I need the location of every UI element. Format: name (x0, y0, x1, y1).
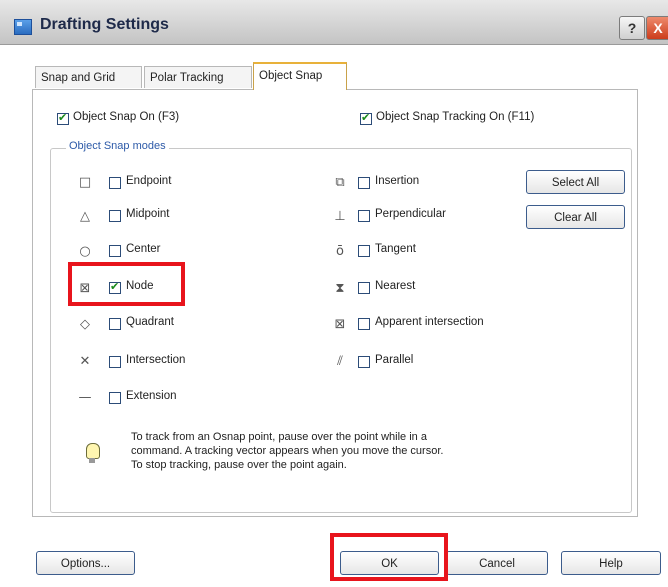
tab-snap-and-grid[interactable]: Snap and Grid (35, 66, 142, 88)
insertion-icon: ⧉ (335, 175, 345, 190)
parallel-checkbox[interactable] (358, 356, 370, 368)
tip-line-3: To stop tracking, pause over the point a… (131, 459, 347, 471)
endpoint-checkbox[interactable] (109, 177, 121, 189)
node-checkbox[interactable] (109, 280, 121, 294)
endpoint-square-icon: □ (78, 175, 92, 190)
parallel-label[interactable]: Parallel (375, 354, 413, 366)
title-bar: Drafting Settings ? X (0, 0, 668, 45)
apparent-intersection-icon: ⊠ (334, 317, 346, 332)
insertion-checkbox[interactable] (358, 177, 370, 189)
object-snap-modes-title: Object Snap modes (66, 140, 169, 152)
tip-line-1: To track from an Osnap point, pause over… (131, 431, 427, 443)
quadrant-checkbox[interactable] (109, 318, 121, 330)
help-button[interactable]: Help (561, 551, 661, 575)
select-all-button[interactable]: Select All (526, 170, 625, 194)
dialog-title: Drafting Settings (40, 16, 169, 33)
extension-label[interactable]: Extension (126, 390, 177, 402)
tangent-checkbox[interactable] (358, 245, 370, 257)
options-button[interactable]: Options... (36, 551, 135, 575)
midpoint-triangle-icon: △ (80, 209, 90, 224)
quadrant-label[interactable]: Quadrant (126, 316, 174, 328)
lightbulb-icon (86, 443, 100, 463)
center-checkbox[interactable] (109, 245, 121, 257)
tracking-tip: To track from an Osnap point, pause over… (131, 430, 581, 472)
tangent-icon: ō (336, 244, 344, 259)
apparent-intersection-checkbox[interactable] (358, 318, 370, 330)
apparent-intersection-label[interactable]: Apparent intersection (375, 316, 484, 328)
perpendicular-icon: ⊥ (334, 209, 346, 224)
extension-dash-icon: — (78, 390, 92, 405)
ok-button[interactable]: OK (340, 551, 439, 575)
parallel-icon: ⫽ (337, 354, 343, 369)
extension-checkbox[interactable] (109, 392, 121, 404)
close-icon[interactable]: X (646, 16, 668, 40)
object-snap-tracking-on-label[interactable]: Object Snap Tracking On (F11) (376, 111, 534, 123)
tangent-label[interactable]: Tangent (375, 243, 416, 255)
insertion-label[interactable]: Insertion (375, 175, 419, 187)
object-snap-tracking-on-checkbox[interactable] (360, 111, 372, 125)
nearest-checkbox[interactable] (358, 282, 370, 294)
tip-line-2: command. A tracking vector appears when … (131, 445, 444, 457)
perpendicular-checkbox[interactable] (358, 210, 370, 222)
intersection-label[interactable]: Intersection (126, 354, 185, 366)
midpoint-label[interactable]: Midpoint (126, 208, 169, 220)
object-snap-on-label[interactable]: Object Snap On (F3) (73, 111, 179, 123)
intersection-x-icon: ✕ (79, 354, 91, 369)
midpoint-checkbox[interactable] (109, 210, 121, 222)
cancel-button[interactable]: Cancel (446, 551, 548, 575)
object-snap-on-checkbox[interactable] (57, 111, 69, 125)
tab-polar-tracking[interactable]: Polar Tracking (144, 66, 252, 88)
app-icon (14, 19, 32, 35)
nearest-hourglass-icon: ⧗ (335, 281, 345, 296)
center-label[interactable]: Center (126, 243, 161, 255)
help-icon[interactable]: ? (619, 16, 645, 40)
drafting-settings-dialog: Drafting Settings ? X Snap and Grid Pola… (0, 0, 668, 587)
nearest-label[interactable]: Nearest (375, 280, 415, 292)
center-circle-icon: ○ (79, 244, 91, 259)
clear-all-button[interactable]: Clear All (526, 205, 625, 229)
node-label[interactable]: Node (126, 280, 154, 292)
quadrant-diamond-icon: ◇ (80, 317, 90, 332)
perpendicular-label[interactable]: Perpendicular (375, 208, 446, 220)
node-icon: ⊠ (79, 281, 91, 296)
tab-object-snap[interactable]: Object Snap (253, 62, 347, 90)
endpoint-label[interactable]: Endpoint (126, 175, 171, 187)
intersection-checkbox[interactable] (109, 356, 121, 368)
